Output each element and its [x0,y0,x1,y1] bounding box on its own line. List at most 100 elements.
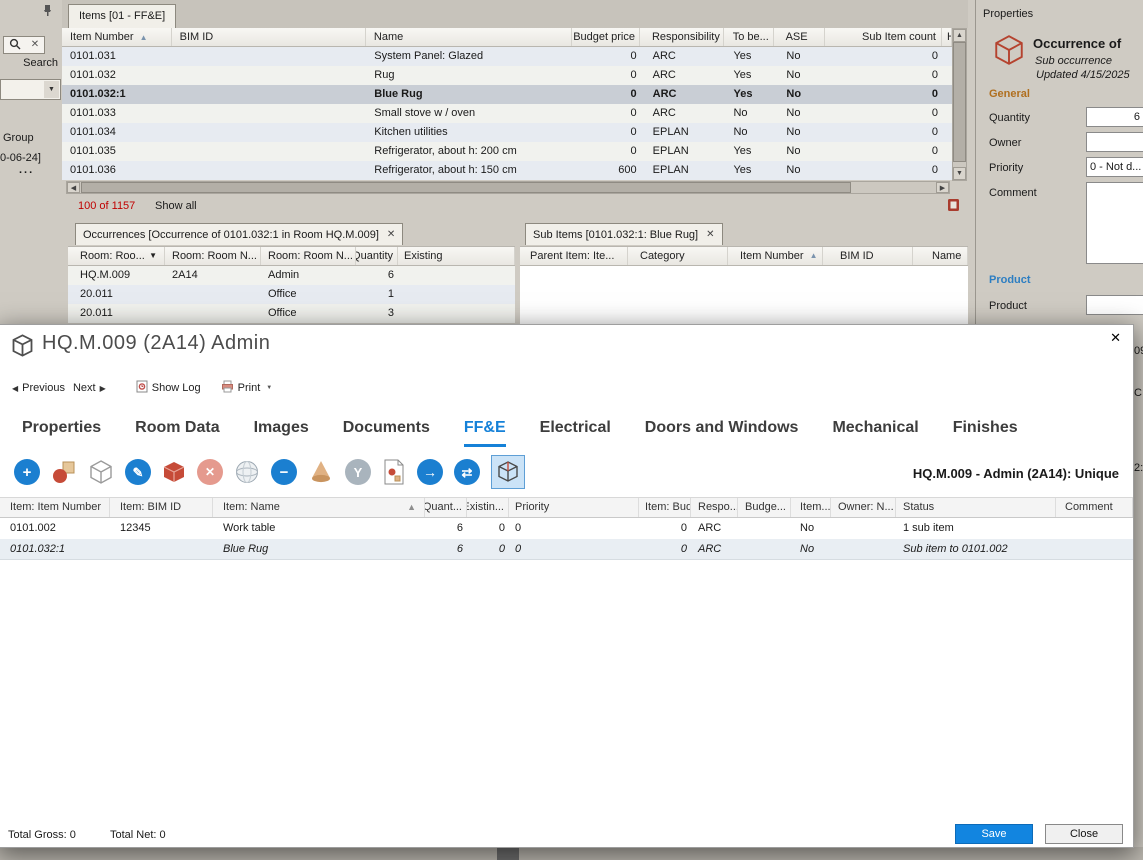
column-header-priority[interactable]: Priority [509,498,639,517]
previous-button[interactable]: ◀Previous [12,382,65,394]
column-header-parent-item[interactable]: Parent Item: Ite... [520,247,628,265]
save-button[interactable]: Save [955,824,1033,844]
occurrence-row[interactable]: 20.011Office1 [68,285,515,304]
tab-images[interactable]: Images [254,419,309,447]
column-header-comment[interactable]: Comment [1056,498,1133,517]
items-row[interactable]: 0101.032Rug0ARCYesNo0 [62,66,952,85]
shapes-icon[interactable] [51,459,77,485]
search-box[interactable]: ✕ [3,36,45,54]
report-icon[interactable] [947,198,960,215]
pin-icon[interactable] [42,4,53,20]
column-header-budget-price[interactable]: Budget price [572,28,640,46]
owner-field[interactable] [1086,132,1143,152]
tab-properties[interactable]: Properties [22,419,101,447]
print-button[interactable]: Print ▼ [221,380,273,396]
add-icon[interactable]: + [14,459,40,485]
delete-icon[interactable]: ✕ [197,459,223,485]
column-header-name[interactable]: Name [913,247,968,265]
product-cube-icon[interactable] [162,460,186,484]
show-log-button[interactable]: Show Log [136,380,201,396]
horizontal-scrollbar[interactable]: ◀ ▶ [66,181,950,194]
group-combobox[interactable]: ▼ [0,79,61,100]
tab-mechanical[interactable]: Mechanical [832,419,918,447]
column-header-budge[interactable]: Budge... [738,498,791,517]
sync-icon[interactable]: ⇄ [454,459,480,485]
column-header-existing[interactable]: Existing [398,247,515,265]
column-header-responsibility[interactable]: Respo... [691,498,738,517]
column-header-to-be[interactable]: To be... [724,28,774,46]
column-header-bim-id[interactable]: Item: BIM ID [110,498,213,517]
items-row[interactable]: 0101.031System Panel: Glazed0ARCYesNo0 [62,47,952,66]
scroll-left-icon[interactable]: ◀ [67,182,80,193]
tab-sub-items[interactable]: Sub Items [0101.032:1: Blue Rug] ✕ [525,223,723,245]
ffe-grid-row[interactable]: 0101.00212345Work table6000ARCNo1 sub it… [0,518,1133,539]
items-row[interactable]: 0101.036Refrigerator, about h: 150 cm600… [62,161,952,180]
items-row[interactable]: 0101.034Kitchen utilities0EPLANNoNo0 [62,123,952,142]
items-row[interactable]: 0101.033Small stove w / oven0ARCNoNo0 [62,104,952,123]
close-icon[interactable]: ✕ [1106,328,1125,348]
items-row[interactable]: 0101.035Refrigerator, about h: 200 cm0EP… [62,142,952,161]
document-icon[interactable] [382,459,406,485]
tab-documents[interactable]: Documents [343,419,430,447]
column-header-quantity[interactable]: Quant... [425,498,467,517]
tab-electrical[interactable]: Electrical [540,419,611,447]
cone-icon[interactable] [308,459,334,485]
tab-occurrences[interactable]: Occurrences [Occurrence of 0101.032:1 in… [75,223,403,245]
column-header-item[interactable]: Item... [791,498,831,517]
scroll-down-icon[interactable]: ▼ [953,167,966,180]
close-button[interactable]: Close [1045,824,1123,844]
show-all-link[interactable]: Show all [155,200,197,212]
quantity-field[interactable]: 6 [1086,107,1143,127]
next-button[interactable]: Next▶ [73,382,106,394]
scroll-up-icon[interactable]: ▲ [953,29,966,42]
close-icon[interactable]: ✕ [387,229,395,240]
clear-search-icon[interactable]: ✕ [31,40,39,50]
column-header-responsibility[interactable]: Responsibility [640,28,724,46]
occurrence-row[interactable]: 20.011Office3 [68,304,515,323]
occurrence-row[interactable]: HQ.M.0092A14Admin6 [68,266,515,285]
sphere-icon[interactable] [234,459,260,485]
column-header-status[interactable]: Status [896,498,1056,517]
column-header-ha[interactable]: Ha... [942,28,952,46]
tab-finishes[interactable]: Finishes [953,419,1018,447]
close-icon[interactable]: ✕ [706,229,714,240]
column-header-bim-id[interactable]: BIM ID [823,247,913,265]
column-header-sub-item-count[interactable]: Sub Item count [825,28,942,46]
column-header-room-name2[interactable]: Room: Room N... [261,247,356,265]
tab-doors-and-windows[interactable]: Doors and Windows [645,419,799,447]
column-header-item-number[interactable]: Item Number▲ [728,247,823,265]
remove-icon[interactable]: − [271,459,297,485]
column-header-existing[interactable]: Existin... [467,498,509,517]
column-header-name[interactable]: Item: Name▲ [213,498,425,517]
column-header-name[interactable]: Name [366,28,572,46]
column-header-owner[interactable]: Owner: N... [831,498,896,517]
view-3d-icon[interactable] [491,455,525,489]
column-header-category[interactable]: Category [628,247,728,265]
edit-icon[interactable]: ✎ [125,459,151,485]
more-options[interactable]: ... [19,164,34,176]
vertical-scrollbar[interactable]: ▲ ▼ [952,28,967,181]
column-header-ase[interactable]: ASE [774,28,826,46]
column-header-room-name[interactable]: Room: Room N... [165,247,261,265]
ffe-grid-row-subitem[interactable]: 0101.032:1Blue Rug6000ARCNoSub item to 0… [0,539,1133,560]
product-field[interactable] [1086,295,1143,315]
column-header-room[interactable]: Room: Roo...▼ [68,247,165,265]
tab-ffe[interactable]: FF&E [464,419,506,447]
column-header-item-number[interactable]: Item: Item Number [0,498,110,517]
comment-field[interactable] [1086,182,1143,264]
priority-select[interactable]: 0 - Not d... [1086,157,1143,177]
move-icon[interactable]: → [417,459,443,485]
scroll-right-icon[interactable]: ▶ [936,182,949,193]
tab-items-list[interactable]: Items [01 - FF&E] [68,4,176,28]
column-header-bim-id[interactable]: BIM ID [172,28,366,46]
column-header-budget[interactable]: Item: Budge... [639,498,691,517]
column-header-quantity[interactable]: Quantity [356,247,398,265]
tab-room-data[interactable]: Room Data [135,419,219,447]
scrollbar-thumb[interactable] [81,182,851,193]
scrollbar-thumb[interactable] [953,42,966,162]
cube-outline-icon[interactable] [88,459,114,485]
column-header-item-number[interactable]: Item Number▲ [62,28,172,46]
search-icon[interactable] [9,38,21,53]
items-row-selected[interactable]: 0101.032:1Blue Rug0ARCYesNo0 [62,85,952,104]
merge-icon[interactable]: Y [345,459,371,485]
